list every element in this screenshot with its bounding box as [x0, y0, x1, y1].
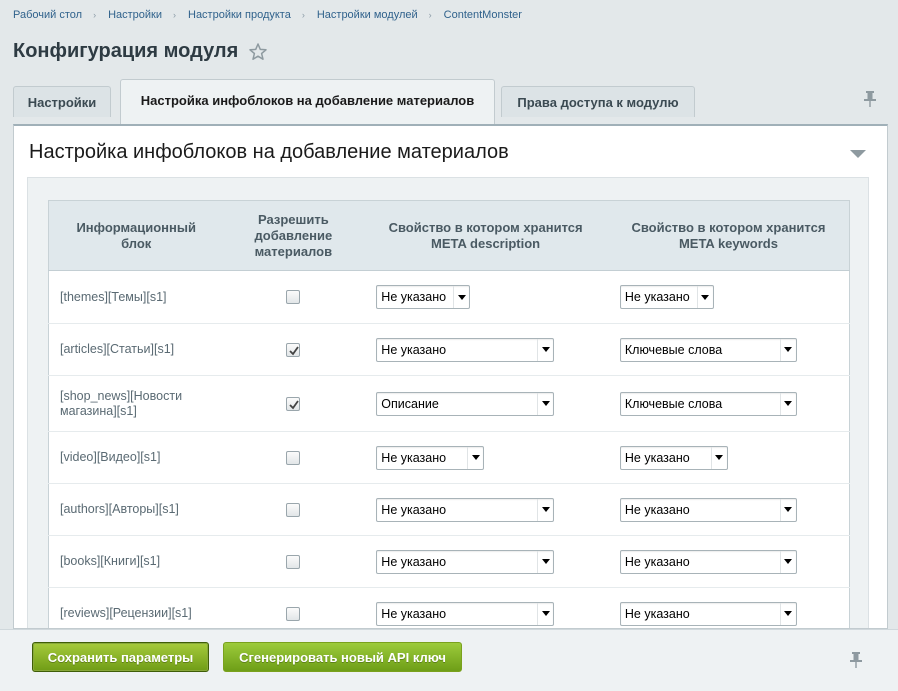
- chevron-down-icon: [537, 498, 553, 521]
- allow-checkbox[interactable]: [286, 450, 301, 465]
- chevron-down-icon: [453, 286, 469, 308]
- tab-settings[interactable]: Настройки: [13, 86, 111, 117]
- description-select[interactable]: Не указано: [376, 601, 555, 626]
- keywords-select[interactable]: Не указано: [619, 549, 797, 574]
- description-select-value: Не указано: [381, 290, 447, 304]
- header-description: Свойство в котором хранится META descrip…: [363, 200, 608, 271]
- description-select-value: Не указано: [381, 502, 447, 517]
- chevron-down-icon: [537, 338, 553, 361]
- page-title: Конфигурация модуля: [13, 40, 239, 62]
- keywords-select-value: Не указано: [624, 606, 690, 621]
- infoblock-name: [reviews][Рецензии][s1]: [48, 587, 224, 628]
- page-title-row: Конфигурация модуля: [13, 40, 268, 63]
- allow-checkbox[interactable]: [286, 502, 301, 517]
- infoblock-name: [authors][Авторы][s1]: [48, 483, 224, 536]
- table-row: [themes][Темы][s1] Не указано Не указано: [48, 270, 850, 324]
- table-row: [books][Книги][s1] Не указано Не указано: [48, 535, 850, 588]
- infoblock-name: [articles][Статьи][s1]: [48, 323, 224, 376]
- chevron-down-icon: [710, 446, 727, 469]
- triangle-down-icon[interactable]: [850, 149, 866, 159]
- breadcrumb-settings[interactable]: Настройки: [108, 9, 162, 21]
- description-select-value: Не указано: [381, 450, 447, 465]
- description-select[interactable]: Не указано: [376, 497, 555, 522]
- tab-settings-label: Настройки: [27, 94, 97, 110]
- table-row: [shop_news][Новости магазина][s1] Описан…: [48, 375, 850, 432]
- header-block: Информационный блок: [48, 200, 224, 271]
- description-select[interactable]: Не указано: [376, 549, 555, 574]
- description-select-value: Не указано: [381, 554, 447, 569]
- breadcrumb-separator: ›: [93, 10, 97, 20]
- allow-checkbox[interactable]: [286, 342, 301, 357]
- infoblock-name: [themes][Темы][s1]: [48, 270, 224, 324]
- allow-checkbox[interactable]: [286, 396, 301, 411]
- keywords-select-value: Не указано: [624, 450, 690, 465]
- table-row: [articles][Статьи][s1] Не указано Ключев…: [48, 323, 850, 376]
- breadcrumb-desktop[interactable]: Рабочий стол: [13, 9, 82, 21]
- chevron-down-icon: [537, 602, 553, 625]
- infoblocks-table: Информационный блок Разрешить добавление…: [48, 200, 850, 628]
- keywords-select-value: Не указано: [624, 554, 690, 569]
- breadcrumb: Рабочий стол › Настройки › Настройки про…: [13, 9, 522, 21]
- chevron-down-icon: [467, 446, 483, 469]
- keywords-select-value: Ключевые слова: [624, 342, 723, 357]
- pin-icon[interactable]: [849, 651, 863, 669]
- description-select[interactable]: Не указано: [376, 337, 555, 362]
- infoblock-name: [video][Видео][s1]: [48, 431, 224, 484]
- save-button[interactable]: Сохранить параметры: [32, 642, 209, 672]
- check-icon: [289, 400, 300, 410]
- breadcrumb-separator: ›: [301, 10, 305, 20]
- description-select-value: Не указано: [381, 606, 447, 621]
- chevron-down-icon: [779, 550, 796, 573]
- keywords-select-value: Не указано: [624, 502, 690, 517]
- chevron-down-icon: [779, 338, 796, 361]
- breadcrumb-module-settings[interactable]: Настройки модулей: [317, 9, 418, 21]
- tab-access-rights-label: Права доступа к модулю: [517, 94, 679, 110]
- table-row: [video][Видео][s1] Не указано Не указано: [48, 431, 850, 484]
- breadcrumb-contentmonster[interactable]: ContentMonster: [444, 9, 522, 21]
- chevron-down-icon: [537, 550, 553, 573]
- allow-checkbox[interactable]: [286, 290, 301, 305]
- breadcrumb-separator: ›: [428, 10, 432, 20]
- table-header-row: Информационный блок Разрешить добавление…: [48, 200, 850, 271]
- settings-panel: Настройка инфоблоков на добавление матер…: [13, 124, 888, 629]
- keywords-select[interactable]: Не указано: [619, 497, 797, 522]
- table-container: Информационный блок Разрешить добавление…: [27, 177, 869, 628]
- breadcrumb-product-settings[interactable]: Настройки продукта: [188, 9, 291, 21]
- description-select-value: Описание: [381, 396, 439, 411]
- header-keywords: Свойство в котором хранится META keyword…: [607, 200, 850, 271]
- check-icon: [289, 346, 300, 356]
- star-outline-icon[interactable]: [248, 42, 268, 62]
- keywords-select[interactable]: Ключевые слова: [619, 337, 797, 362]
- allow-checkbox[interactable]: [286, 606, 301, 621]
- footer-bar: Сохранить параметры Сгенерировать новый …: [0, 629, 898, 691]
- table-row: [reviews][Рецензии][s1] Не указано Не ук…: [48, 587, 850, 628]
- description-select[interactable]: Описание: [376, 391, 555, 416]
- keywords-select-value: Не указано: [624, 290, 690, 304]
- keywords-select[interactable]: Не указано: [619, 285, 714, 309]
- generate-api-key-button[interactable]: Сгенерировать новый API ключ: [223, 642, 462, 672]
- allow-checkbox[interactable]: [286, 554, 301, 569]
- description-select[interactable]: Не указано: [376, 285, 471, 309]
- infoblock-name: [shop_news][Новости магазина][s1]: [48, 375, 224, 432]
- infoblock-name: [books][Книги][s1]: [48, 535, 224, 588]
- chevron-down-icon: [779, 602, 796, 625]
- keywords-select[interactable]: Не указано: [619, 445, 728, 470]
- panel-title: Настройка инфоблоков на добавление матер…: [29, 141, 509, 163]
- keywords-select[interactable]: Ключевые слова: [619, 391, 797, 416]
- chevron-down-icon: [779, 392, 796, 415]
- tab-infoblocks[interactable]: Настройка инфоблоков на добавление матер…: [120, 79, 495, 124]
- keywords-select-value: Ключевые слова: [624, 396, 723, 411]
- chevron-down-icon: [537, 392, 553, 415]
- keywords-select[interactable]: Не указано: [619, 601, 797, 626]
- description-select-value: Не указано: [381, 342, 447, 357]
- chevron-down-icon: [779, 498, 796, 521]
- description-select[interactable]: Не указано: [376, 445, 485, 470]
- chevron-down-icon: [696, 286, 713, 308]
- header-allow: Разрешить добавление материалов: [223, 200, 364, 271]
- breadcrumb-separator: ›: [173, 10, 176, 20]
- table-row: [authors][Авторы][s1] Не указано Не указ…: [48, 483, 850, 536]
- tab-access-rights[interactable]: Права доступа к модулю: [501, 86, 695, 117]
- tab-infoblocks-label: Настройка инфоблоков на добавление матер…: [140, 93, 475, 108]
- pin-icon[interactable]: [863, 90, 877, 108]
